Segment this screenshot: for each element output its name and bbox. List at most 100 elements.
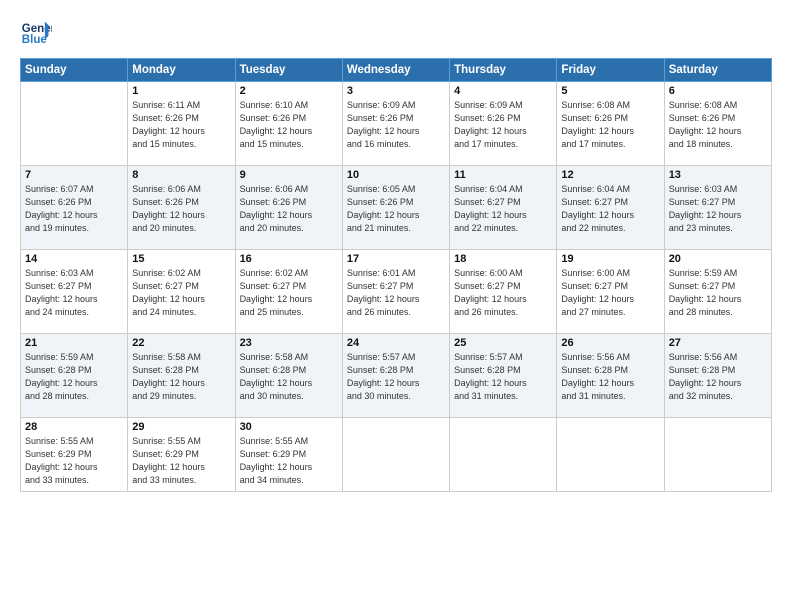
week-row-3: 14Sunrise: 6:03 AMSunset: 6:27 PMDayligh… [21,250,772,334]
day-number: 16 [240,253,338,265]
calendar-cell: 16 Sunrise: 6:02 AMSunset: 6:27 PMDayligh… [235,250,342,334]
day-info: Sunrise: 5:55 AMSunset: 6:29 PMDaylight:… [240,435,338,487]
day-info: Sunrise: 5:59 AMSunset: 6:28 PMDaylight:… [25,351,123,403]
calendar-cell: 12 Sunrise: 6:04 AMSunset: 6:27 PMDayligh… [557,166,664,250]
week-row-5: 28 Sunrise: 5:55 AMSunset: 6:29 PMDayligh… [21,418,772,492]
day-info: Sunrise: 5:56 AMSunset: 6:28 PMDaylight:… [561,351,659,403]
day-number: 19 [561,253,659,265]
day-info: Sunrise: 6:08 AMSunset: 6:26 PMDaylight:… [561,99,659,151]
calendar-cell: 30Sunrise: 5:55 AMSunset: 6:29 PMDayligh… [235,418,342,492]
day-number: 3 [347,85,445,97]
day-info: Sunrise: 6:02 AMSunset: 6:27 PMDaylight:… [240,267,338,319]
header: General Blue [20,18,772,50]
day-number: 20 [669,253,767,265]
day-number: 13 [669,169,767,181]
day-number: 2 [240,85,338,97]
day-number: 8 [132,169,230,181]
week-row-2: 7 Sunrise: 6:07 AMSunset: 6:26 PMDaylight… [21,166,772,250]
day-info: Sunrise: 6:06 AMSunset: 6:26 PMDaylight:… [132,183,230,235]
header-friday: Friday [557,59,664,82]
calendar-cell [342,418,449,492]
calendar-cell: 4 Sunrise: 6:09 AMSunset: 6:26 PMDaylight… [450,82,557,166]
day-info: Sunrise: 6:09 AMSunset: 6:26 PMDaylight:… [454,99,552,151]
day-number: 28 [25,421,123,433]
day-info: Sunrise: 5:57 AMSunset: 6:28 PMDaylight:… [347,351,445,403]
calendar-cell: 22 Sunrise: 5:58 AMSunset: 6:28 PMDayligh… [128,334,235,418]
day-info: Sunrise: 6:08 AMSunset: 6:26 PMDaylight:… [669,99,767,151]
day-info: Sunrise: 5:58 AMSunset: 6:28 PMDaylight:… [240,351,338,403]
calendar-cell: 23 Sunrise: 5:58 AMSunset: 6:28 PMDayligh… [235,334,342,418]
day-number: 6 [669,85,767,97]
day-info: Sunrise: 6:09 AMSunset: 6:26 PMDaylight:… [347,99,445,151]
day-number: 26 [561,337,659,349]
day-info: Sunrise: 6:03 AMSunset: 6:27 PMDaylight:… [25,267,123,319]
calendar-cell [664,418,771,492]
day-number: 1 [132,85,230,97]
calendar-cell: 27Sunrise: 5:56 AMSunset: 6:28 PMDayligh… [664,334,771,418]
calendar-cell: 2 Sunrise: 6:10 AMSunset: 6:26 PMDaylight… [235,82,342,166]
calendar-cell [450,418,557,492]
header-monday: Monday [128,59,235,82]
day-info: Sunrise: 6:06 AMSunset: 6:26 PMDaylight:… [240,183,338,235]
header-thursday: Thursday [450,59,557,82]
header-sunday: Sunday [21,59,128,82]
calendar-cell [557,418,664,492]
day-number: 25 [454,337,552,349]
week-row-1: 1 Sunrise: 6:11 AMSunset: 6:26 PMDaylight… [21,82,772,166]
day-number: 29 [132,421,230,433]
day-number: 27 [669,337,767,349]
day-number: 12 [561,169,659,181]
calendar-table: SundayMondayTuesdayWednesdayThursdayFrid… [20,58,772,492]
calendar-cell: 7 Sunrise: 6:07 AMSunset: 6:26 PMDaylight… [21,166,128,250]
day-info: Sunrise: 6:00 AMSunset: 6:27 PMDaylight:… [561,267,659,319]
calendar-cell: 1 Sunrise: 6:11 AMSunset: 6:26 PMDaylight… [128,82,235,166]
calendar-cell: 25 Sunrise: 5:57 AMSunset: 6:28 PMDayligh… [450,334,557,418]
day-info: Sunrise: 5:55 AMSunset: 6:29 PMDaylight:… [132,435,230,487]
calendar-cell [21,82,128,166]
header-wednesday: Wednesday [342,59,449,82]
day-info: Sunrise: 5:55 AMSunset: 6:29 PMDaylight:… [25,435,123,487]
day-info: Sunrise: 6:10 AMSunset: 6:26 PMDaylight:… [240,99,338,151]
day-number: 17 [347,253,445,265]
day-info: Sunrise: 6:02 AMSunset: 6:27 PMDaylight:… [132,267,230,319]
day-info: Sunrise: 6:04 AMSunset: 6:27 PMDaylight:… [561,183,659,235]
day-info: Sunrise: 6:07 AMSunset: 6:26 PMDaylight:… [25,183,123,235]
day-info: Sunrise: 6:05 AMSunset: 6:26 PMDaylight:… [347,183,445,235]
day-number: 18 [454,253,552,265]
calendar-cell: 20Sunrise: 5:59 AMSunset: 6:27 PMDayligh… [664,250,771,334]
day-info: Sunrise: 6:11 AMSunset: 6:26 PMDaylight:… [132,99,230,151]
calendar-cell: 15Sunrise: 6:02 AMSunset: 6:27 PMDayligh… [128,250,235,334]
day-number: 22 [132,337,230,349]
calendar-cell: 13 Sunrise: 6:03 AMSunset: 6:27 PMDayligh… [664,166,771,250]
calendar-cell: 28 Sunrise: 5:55 AMSunset: 6:29 PMDayligh… [21,418,128,492]
day-info: Sunrise: 6:01 AMSunset: 6:27 PMDaylight:… [347,267,445,319]
day-number: 7 [25,169,123,181]
day-info: Sunrise: 5:58 AMSunset: 6:28 PMDaylight:… [132,351,230,403]
day-number: 5 [561,85,659,97]
day-number: 10 [347,169,445,181]
calendar-cell: 9 Sunrise: 6:06 AMSunset: 6:26 PMDaylight… [235,166,342,250]
header-saturday: Saturday [664,59,771,82]
day-number: 24 [347,337,445,349]
day-info: Sunrise: 5:57 AMSunset: 6:28 PMDaylight:… [454,351,552,403]
calendar-cell: 26 Sunrise: 5:56 AMSunset: 6:28 PMDayligh… [557,334,664,418]
calendar-cell: 29 Sunrise: 5:55 AMSunset: 6:29 PMDayligh… [128,418,235,492]
calendar-cell: 11Sunrise: 6:04 AMSunset: 6:27 PMDayligh… [450,166,557,250]
header-tuesday: Tuesday [235,59,342,82]
day-info: Sunrise: 6:00 AMSunset: 6:27 PMDaylight:… [454,267,552,319]
day-number: 23 [240,337,338,349]
calendar-cell: 3 Sunrise: 6:09 AMSunset: 6:26 PMDaylight… [342,82,449,166]
calendar-cell: 10 Sunrise: 6:05 AMSunset: 6:26 PMDayligh… [342,166,449,250]
day-number: 4 [454,85,552,97]
calendar-cell: 19 Sunrise: 6:00 AMSunset: 6:27 PMDayligh… [557,250,664,334]
logo-icon: General Blue [20,18,52,50]
day-number: 11 [454,169,552,181]
page: General Blue SundayMondayTuesdayWednesda… [0,0,792,612]
day-info: Sunrise: 6:03 AMSunset: 6:27 PMDaylight:… [669,183,767,235]
day-number: 21 [25,337,123,349]
calendar-cell: 21 Sunrise: 5:59 AMSunset: 6:28 PMDayligh… [21,334,128,418]
calendar-cell: 14Sunrise: 6:03 AMSunset: 6:27 PMDayligh… [21,250,128,334]
calendar-cell: 5 Sunrise: 6:08 AMSunset: 6:26 PMDaylight… [557,82,664,166]
day-number: 9 [240,169,338,181]
calendar-cell: 8 Sunrise: 6:06 AMSunset: 6:26 PMDaylight… [128,166,235,250]
